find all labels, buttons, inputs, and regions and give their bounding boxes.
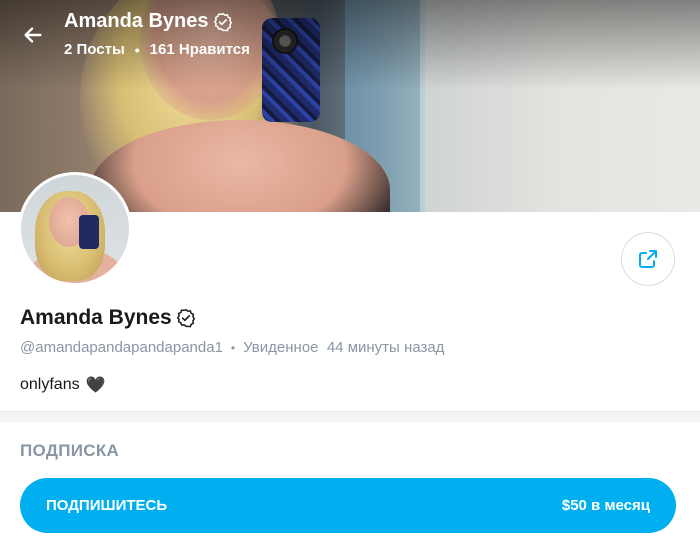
- bio-text: onlyfans: [20, 375, 80, 393]
- profile-name-text: Amanda Bynes: [20, 306, 172, 329]
- header-title: Amanda Bynes: [64, 10, 233, 33]
- subscribe-price: $50 в месяц: [561, 497, 650, 514]
- arrow-left-icon: [24, 27, 42, 43]
- username: @amandapandapandapanda1: [20, 339, 223, 356]
- last-seen: Увиденное 44 минуты назад: [243, 339, 445, 356]
- subscription-heading: ПОДПИСКА: [20, 441, 120, 460]
- meta-separator: •: [230, 340, 236, 355]
- share-button[interactable]: [621, 232, 675, 286]
- section-divider: [0, 411, 700, 422]
- profile-name: Amanda Bynes: [20, 306, 196, 330]
- profile-page: Amanda Bynes 2 Посты • 161 Нравится Aman…: [0, 0, 700, 548]
- subscribe-button[interactable]: ПОДПИШИТЕСЬ $50 в месяц: [20, 478, 676, 533]
- share-icon: [639, 250, 657, 268]
- verified-badge-icon: [213, 12, 232, 31]
- back-button[interactable]: [16, 18, 50, 52]
- posts-count: 2 Посты: [64, 41, 125, 58]
- likes-count: 161 Нравится: [149, 41, 250, 58]
- header-stats: 2 Посты • 161 Нравится: [64, 41, 250, 58]
- profile-meta: @amandapandapandapanda1 • Увиденное 44 м…: [20, 339, 444, 356]
- verified-badge-icon: [176, 308, 195, 328]
- avatar[interactable]: [18, 172, 132, 286]
- stats-separator: •: [134, 41, 140, 58]
- bio: onlyfans 🖤: [20, 375, 106, 394]
- header-name: Amanda Bynes: [64, 10, 209, 32]
- subscribe-label: ПОДПИШИТЕСЬ: [46, 497, 168, 514]
- black-heart-emoji: 🖤: [85, 375, 106, 394]
